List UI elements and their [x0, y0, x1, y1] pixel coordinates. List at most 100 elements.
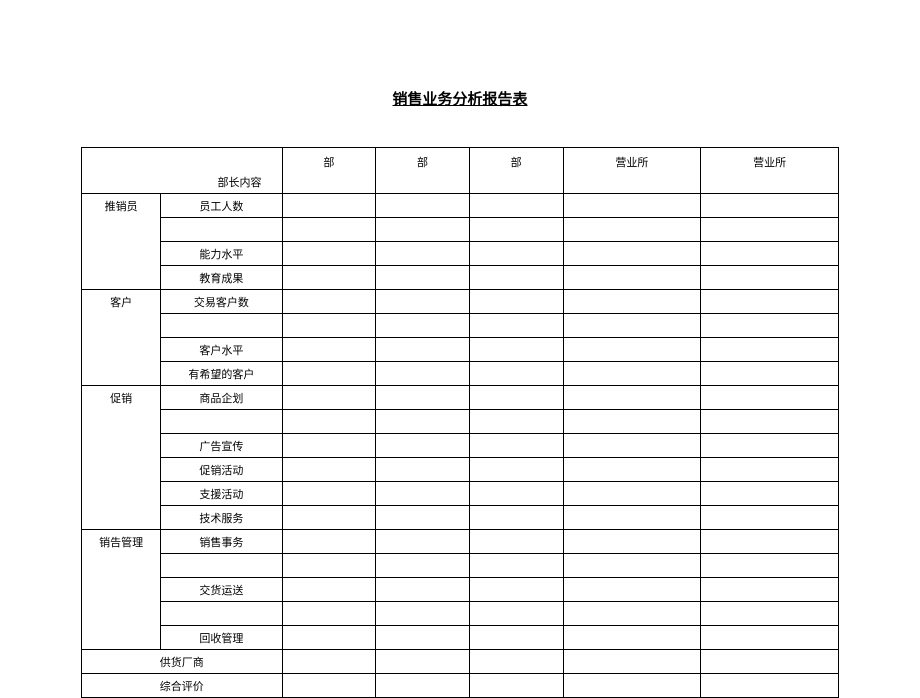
cell [469, 458, 563, 482]
page-title: 销售业务分析报告表 [0, 0, 920, 129]
cell [376, 410, 470, 434]
cell [701, 626, 839, 650]
report-table: 部长内容 部 部 部 营业所 营业所 推销员 员工人数 能力水平 教育成果 客户 [81, 147, 839, 698]
cat-promotion: 促销 [82, 386, 161, 530]
cell [701, 554, 839, 578]
cell [469, 410, 563, 434]
header-dept1: 部 [282, 148, 376, 194]
cell [469, 650, 563, 674]
cell [469, 482, 563, 506]
item-count: 交易客户数 [161, 290, 282, 314]
cell [701, 458, 839, 482]
cell [701, 338, 839, 362]
cell [282, 626, 376, 650]
table-row: 综合评价 [82, 674, 839, 698]
cell [376, 242, 470, 266]
cell [701, 530, 839, 554]
cell [563, 362, 701, 386]
cell [563, 482, 701, 506]
item-staff: 员工人数 [161, 194, 282, 218]
cell [376, 674, 470, 698]
cell [701, 434, 839, 458]
cell [701, 506, 839, 530]
cell [282, 266, 376, 290]
row-evaluation: 综合评价 [82, 674, 283, 698]
cell [376, 362, 470, 386]
header-dept2: 部 [376, 148, 470, 194]
cat-salesperson: 推销员 [82, 194, 161, 290]
cell [282, 218, 376, 242]
cell [563, 626, 701, 650]
cat-customer: 客户 [82, 290, 161, 386]
table-row: 广告宣传 [82, 434, 839, 458]
cell [701, 362, 839, 386]
cell [376, 482, 470, 506]
cell [563, 194, 701, 218]
cell [563, 530, 701, 554]
cell [282, 386, 376, 410]
cell [469, 218, 563, 242]
cell [701, 266, 839, 290]
item-activity: 促销活动 [161, 458, 282, 482]
cell [469, 530, 563, 554]
cell [282, 554, 376, 578]
cell [563, 506, 701, 530]
item-level: 客户水平 [161, 338, 282, 362]
cell [563, 338, 701, 362]
table-row [82, 602, 839, 626]
table-row: 回收管理 [82, 626, 839, 650]
cell [282, 506, 376, 530]
cell [563, 674, 701, 698]
item-prospect: 有希望的客户 [161, 362, 282, 386]
cell [376, 386, 470, 410]
cell [563, 434, 701, 458]
cell [376, 602, 470, 626]
cell [701, 482, 839, 506]
item-affairs: 销售事务 [161, 530, 282, 554]
header-row: 部长内容 部 部 部 营业所 营业所 [82, 148, 839, 194]
cell [282, 530, 376, 554]
cell [282, 602, 376, 626]
table-row [82, 218, 839, 242]
item-blank [161, 602, 282, 626]
report-table-wrap: 部长内容 部 部 部 营业所 营业所 推销员 员工人数 能力水平 教育成果 客户 [81, 147, 839, 698]
item-blank [161, 218, 282, 242]
cell [563, 410, 701, 434]
table-row: 有希望的客户 [82, 362, 839, 386]
cell [701, 674, 839, 698]
table-row: 教育成果 [82, 266, 839, 290]
item-blank [161, 410, 282, 434]
cell [563, 650, 701, 674]
table-row: 促销 商品企划 [82, 386, 839, 410]
cell [701, 290, 839, 314]
cell [701, 602, 839, 626]
cell [469, 626, 563, 650]
cell [282, 290, 376, 314]
corner-label: 部长内容 [82, 148, 283, 194]
cell [701, 314, 839, 338]
cell [563, 554, 701, 578]
cell [563, 242, 701, 266]
cell [469, 290, 563, 314]
cell [701, 242, 839, 266]
cell [469, 602, 563, 626]
table-row [82, 554, 839, 578]
cell [282, 434, 376, 458]
cell [563, 290, 701, 314]
cell [469, 386, 563, 410]
item-education: 教育成果 [161, 266, 282, 290]
cell [282, 314, 376, 338]
cell [376, 338, 470, 362]
cell [469, 554, 563, 578]
cell [282, 650, 376, 674]
cell [376, 194, 470, 218]
cell [701, 650, 839, 674]
cell [469, 578, 563, 602]
item-tech: 技术服务 [161, 506, 282, 530]
cell [563, 578, 701, 602]
cell [469, 194, 563, 218]
header-dept3: 部 [469, 148, 563, 194]
cell [469, 434, 563, 458]
cell [701, 218, 839, 242]
cell [701, 410, 839, 434]
